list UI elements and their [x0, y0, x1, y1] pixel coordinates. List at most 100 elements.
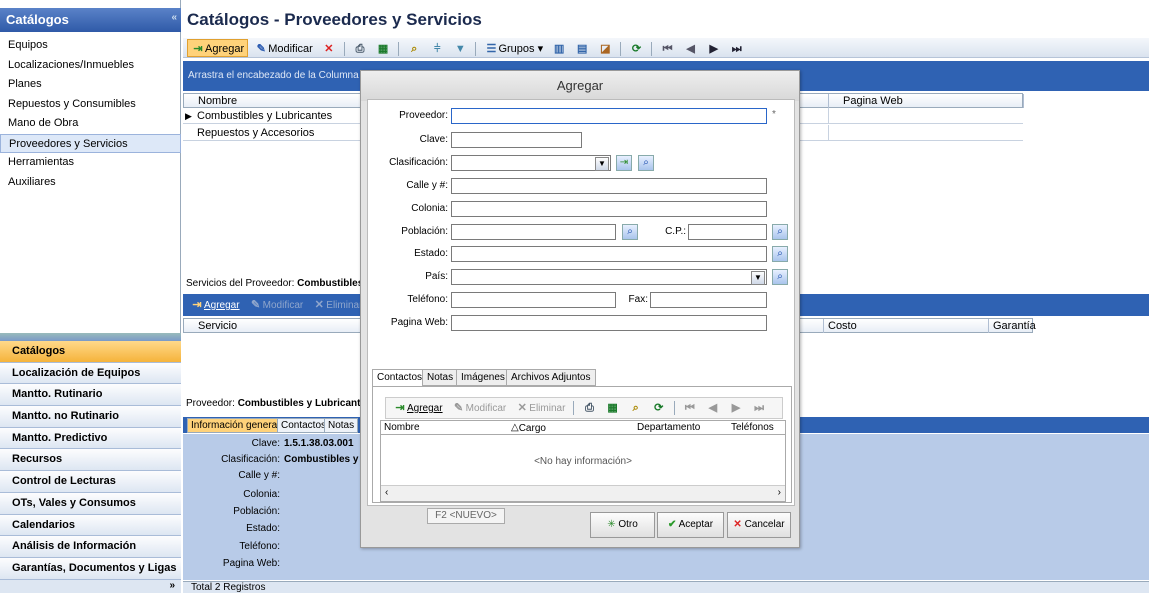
nav-bands: Catálogos Localización de Equipos Mantto… [0, 341, 181, 580]
print-button[interactable]: ⎙ [350, 40, 370, 58]
chevron-down-icon[interactable]: ▼ [751, 271, 765, 285]
proveedor-input[interactable] [451, 108, 767, 124]
tab-imagenes[interactable]: Imágenes [456, 369, 510, 386]
nav-splitter[interactable] [0, 333, 181, 341]
fax-input[interactable] [650, 292, 767, 308]
band-mantto-no-rutinario[interactable]: Mantto. no Rutinario [0, 406, 181, 428]
nav-item-mano-de-obra[interactable]: Mano de Obra [0, 114, 181, 134]
search-cp-icon[interactable]: ⌕ [772, 224, 788, 240]
band-localizacion[interactable]: Localización de Equipos [0, 362, 181, 385]
estado-input[interactable] [451, 246, 767, 262]
service-delete-button[interactable]: ✕ Eliminar [309, 297, 365, 315]
nav-item-herramientas[interactable]: Herramientas [0, 153, 181, 173]
col-nombre[interactable]: Nombre [384, 422, 420, 433]
tab-contactos[interactable]: Contactos [277, 418, 331, 433]
columns-button[interactable]: ▥ [549, 40, 569, 58]
contact-search-button[interactable]: ⌕ [626, 400, 646, 418]
excel-button[interactable]: ▦ [373, 40, 393, 58]
detail-label: Clave: [251, 438, 280, 449]
groups-button[interactable]: ☰ Grupos ▾ [481, 40, 546, 58]
nav-more-icon[interactable]: » [0, 580, 181, 593]
contact-edit-button[interactable]: ✎ Modificar [449, 400, 510, 418]
band-control-lecturas[interactable]: Control de Lecturas [0, 471, 181, 493]
collapse-icon[interactable]: « [171, 12, 177, 23]
band-recursos[interactable]: Recursos [0, 449, 181, 472]
tab-archivos[interactable]: Archivos Adjuntos [506, 369, 596, 386]
band-mantto-predictivo[interactable]: Mantto. Predictivo [0, 427, 181, 450]
label-estado: Estado: [414, 248, 448, 259]
contact-last-button[interactable]: ⏭ [749, 400, 769, 418]
contact-add-button[interactable]: ⇥ Agregar [390, 400, 446, 418]
colonia-input[interactable] [451, 201, 767, 217]
contact-excel-button[interactable]: ▦ [603, 400, 623, 418]
scroll-left-icon[interactable]: ‹ [385, 487, 388, 498]
col-pagina-web[interactable]: Pagina Web [829, 94, 1024, 108]
clasificacion-select[interactable]: ▼ [451, 155, 611, 171]
prev-record-button[interactable]: ◀ [681, 40, 701, 58]
graph-button[interactable]: ◪ [595, 40, 615, 58]
first-record-button[interactable]: ⏮ [658, 40, 678, 58]
search-estado-icon[interactable]: ⌕ [772, 246, 788, 262]
horizontal-scrollbar[interactable]: ‹ › [381, 485, 785, 501]
main-toolbar: ⇥ Agregar ✎ Modificar ✕ ⎙ ▦ ⌕ ⫩ ▼ ☰ Grupos … [183, 38, 1149, 58]
tab-info-general[interactable]: Información general [187, 418, 284, 433]
col-garantia[interactable]: Garantía [989, 319, 1036, 333]
column-filter-icon: ⫩ [434, 43, 441, 56]
band-calendarios[interactable]: Calendarios [0, 514, 181, 537]
band-garantias[interactable]: Garantías, Documentos y Ligas [0, 557, 181, 580]
search-button[interactable]: ⌕ [404, 40, 424, 58]
nav-item-auxiliares[interactable]: Auxiliares [0, 173, 181, 193]
contact-prev-button[interactable]: ◀ [703, 400, 723, 418]
nav-item-localizaciones[interactable]: Localizaciones/Inmuebles [0, 56, 181, 76]
poblacion-input[interactable] [451, 224, 616, 240]
service-edit-button[interactable]: ✎ Modificar [246, 297, 307, 315]
nav-item-planes[interactable]: Planes [0, 75, 181, 95]
calle-input[interactable] [451, 178, 767, 194]
contact-delete-button[interactable]: ✕ Eliminar [512, 400, 568, 418]
web-input[interactable] [451, 315, 767, 331]
delete-button[interactable]: ✕ [319, 40, 339, 58]
contact-print-button[interactable]: ⎙ [580, 400, 600, 418]
filter-column-button[interactable]: ⫩ [427, 40, 447, 58]
print-icon: ⎙ [585, 402, 594, 415]
edit-button[interactable]: ✎ Modificar [251, 40, 316, 58]
contact-first-button[interactable]: ⏮ [680, 400, 700, 418]
search-clasificacion-icon[interactable]: ⌕ [638, 155, 654, 171]
aceptar-button[interactable]: ✔ Aceptar [657, 512, 724, 538]
search-pais-icon[interactable]: ⌕ [772, 269, 788, 285]
otro-button[interactable]: ✳ Otro [590, 512, 655, 538]
nav-item-repuestos[interactable]: Repuestos y Consumibles [0, 95, 181, 115]
filter-button[interactable]: ▼ [450, 40, 470, 58]
refresh-button[interactable]: ⟳ [626, 40, 646, 58]
chart-button[interactable]: ▤ [572, 40, 592, 58]
tab-notas[interactable]: Notas [324, 418, 359, 433]
tab-contactos[interactable]: Contactos [372, 369, 428, 387]
band-ots[interactable]: OTs, Vales y Consumos [0, 492, 181, 515]
delete-icon: ✕ [324, 43, 334, 56]
pais-select[interactable]: ▼ [451, 269, 767, 285]
col-departamento[interactable]: Departamento [637, 422, 700, 433]
col-costo[interactable]: Costo [824, 319, 989, 333]
label-calle: Calle y #: [406, 180, 448, 191]
add-button[interactable]: ⇥ Agregar [187, 39, 249, 57]
print-icon: ⎙ [355, 43, 365, 56]
last-record-button[interactable]: ⏭ [727, 40, 747, 58]
contact-refresh-button[interactable]: ⟳ [649, 400, 669, 418]
cancelar-button[interactable]: ✕ Cancelar [727, 512, 791, 538]
scroll-right-icon[interactable]: › [778, 487, 781, 498]
col-telefonos[interactable]: Teléfonos [731, 422, 774, 433]
band-analisis[interactable]: Análisis de Información [0, 536, 181, 558]
nav-item-equipos[interactable]: Equipos [0, 36, 181, 56]
service-add-button[interactable]: ⇥ Agregar [187, 297, 243, 315]
tab-notas[interactable]: Notas [422, 369, 459, 386]
contact-next-button[interactable]: ▶ [726, 400, 746, 418]
band-mantto-rutinario[interactable]: Mantto. Rutinario [0, 384, 181, 407]
nav-item-proveedores[interactable]: Proveedores y Servicios [0, 133, 181, 153]
cp-input[interactable] [688, 224, 767, 240]
chevron-down-icon[interactable]: ▼ [595, 157, 609, 171]
add-clasificacion-icon[interactable]: ⇥ [616, 155, 632, 171]
next-record-button[interactable]: ▶ [704, 40, 724, 58]
band-catalogos[interactable]: Catálogos [0, 341, 181, 363]
clave-input[interactable] [451, 132, 582, 148]
col-cargo[interactable]: △ Cargo [511, 422, 546, 434]
